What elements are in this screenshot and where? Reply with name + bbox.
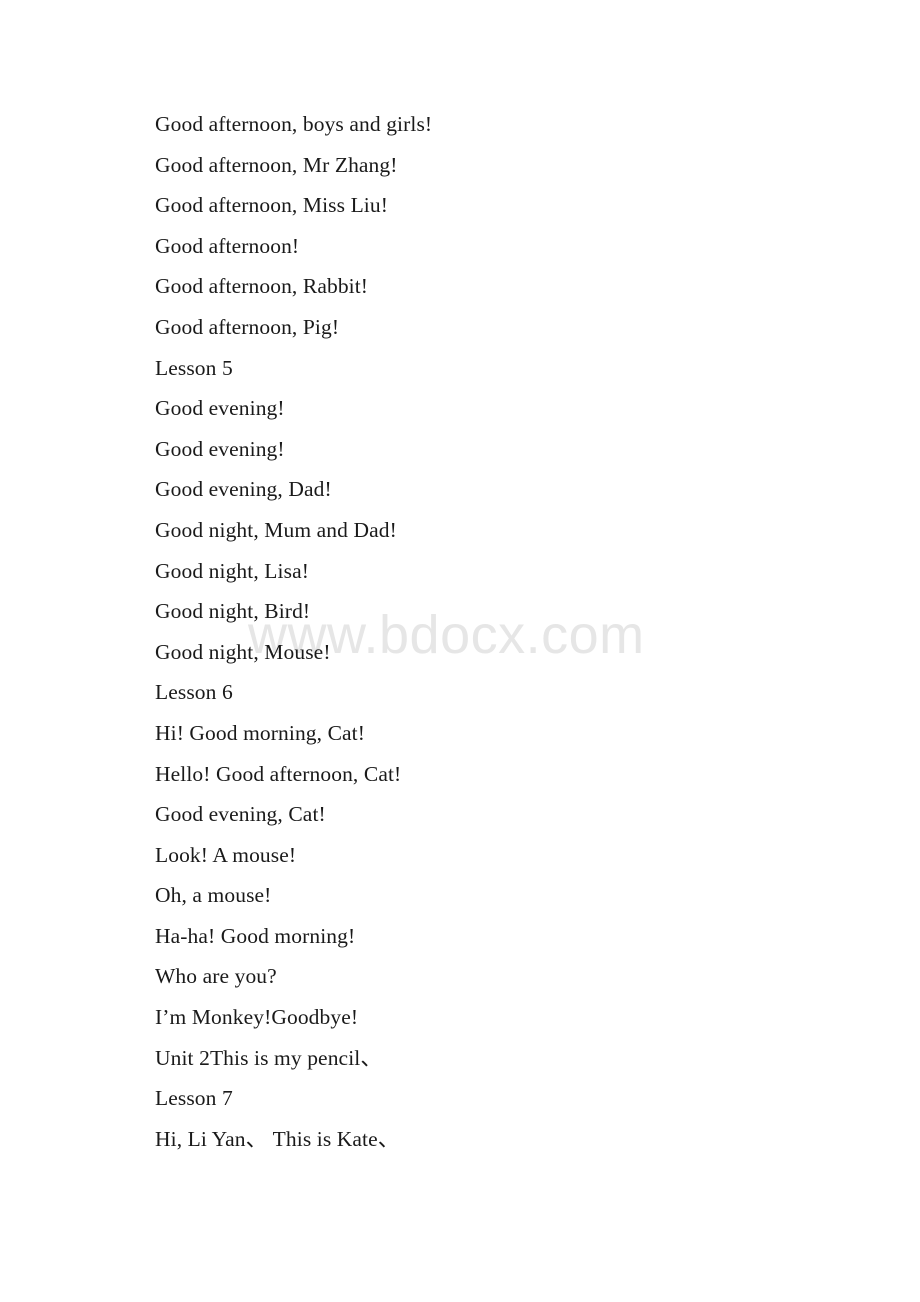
document-page: www.bdocx.com Good afternoon, boys and g… xyxy=(0,0,920,1302)
document-line: Good evening, Dad! xyxy=(155,477,332,502)
document-line: Who are you? xyxy=(155,964,277,989)
document-line: Hi, Li Yan、 This is Kate、 xyxy=(155,1126,400,1151)
document-line: Lesson 6 xyxy=(155,680,233,705)
document-text-body: Good afternoon, boys and girls! Good afte… xyxy=(155,104,855,1159)
document-line: Oh, a mouse! xyxy=(155,883,272,908)
document-line: Good afternoon, Miss Liu! xyxy=(155,193,388,218)
document-line: Hello! Good afternoon, Cat! xyxy=(155,761,402,786)
document-line: Good evening! xyxy=(155,396,285,421)
document-line: Good afternoon! xyxy=(155,233,300,258)
document-line: Good night, Bird! xyxy=(155,599,311,624)
document-line: Good night, Mum and Dad! xyxy=(155,517,397,542)
document-line: Good evening! xyxy=(155,436,285,461)
document-line: Good night, Lisa! xyxy=(155,558,309,583)
document-line: Good afternoon, Pig! xyxy=(155,314,340,339)
document-line: Ha-ha! Good morning! xyxy=(155,923,356,948)
document-line: Lesson 5 xyxy=(155,355,233,380)
document-line: Unit 2This is my pencil、 xyxy=(155,1045,382,1070)
document-line: Look! A mouse! xyxy=(155,842,297,867)
document-line: Good afternoon, Rabbit! xyxy=(155,274,369,299)
document-line: I’m Monkey!Goodbye! xyxy=(155,1005,359,1030)
document-line: Good night, Mouse! xyxy=(155,639,331,664)
document-line: Good afternoon, boys and girls! xyxy=(155,112,433,136)
document-line: Good evening, Cat! xyxy=(155,802,326,827)
document-line: Hi! Good morning, Cat! xyxy=(155,720,366,745)
document-line: Lesson 7 xyxy=(155,1086,233,1111)
document-line: Good afternoon, Mr Zhang! xyxy=(155,152,398,177)
